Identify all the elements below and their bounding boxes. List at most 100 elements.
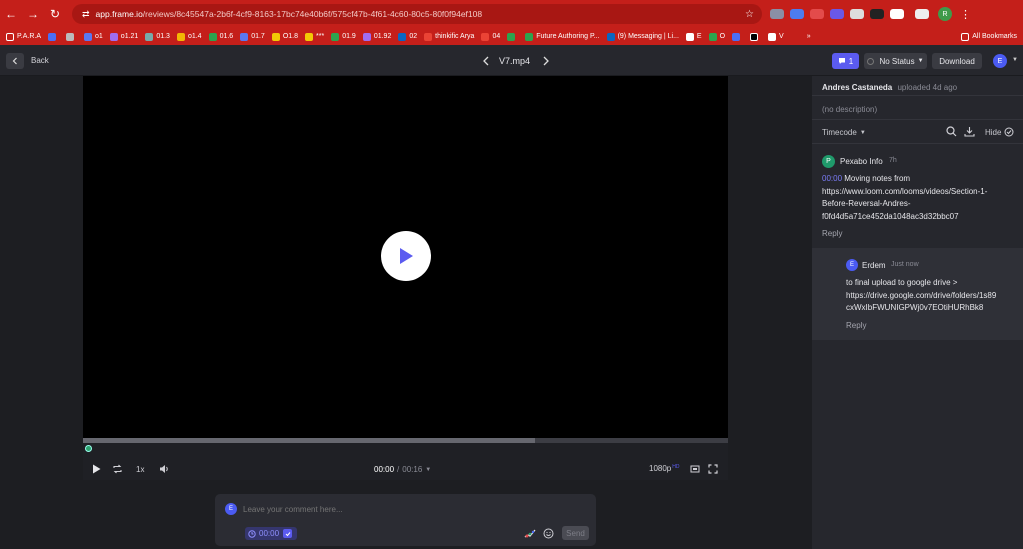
- search-icon[interactable]: [946, 126, 957, 137]
- bookmarks-bar: P.A.R.A o1 o1.21 01.3 o1.4 01.6 01.7 O1.…: [0, 28, 1023, 45]
- hide-label: Hide: [985, 127, 1002, 137]
- bookmark-item[interactable]: E: [685, 32, 702, 41]
- extension-icon[interactable]: [870, 9, 884, 19]
- checkbox-checked-icon[interactable]: [283, 529, 293, 538]
- annotation-pen-icon[interactable]: [524, 528, 536, 539]
- bookmark-item[interactable]: P.A.R.A: [6, 32, 41, 41]
- loop-icon[interactable]: [112, 464, 123, 474]
- bookmark-item[interactable]: O: [708, 32, 725, 41]
- bookmark-item[interactable]: Future Authoring P...: [525, 32, 600, 41]
- bookmark-item[interactable]: o1.4: [176, 32, 202, 41]
- play-small-icon[interactable]: [92, 464, 101, 474]
- bookmark-item[interactable]: 04: [481, 32, 500, 41]
- comments-sidebar: Andres Castaneda uploaded 4d ago (no des…: [812, 76, 1023, 549]
- more-bookmarks-icon[interactable]: »: [807, 33, 811, 40]
- comment-avatar: P: [822, 155, 835, 168]
- bookmark-item[interactable]: 01.92: [362, 32, 391, 41]
- download-comments-icon[interactable]: [964, 126, 975, 137]
- reply-link[interactable]: Reply: [822, 229, 842, 238]
- back-button[interactable]: [6, 53, 24, 69]
- extension-icon[interactable]: [790, 9, 804, 19]
- comment-composer: E 00:00 Send: [215, 494, 596, 546]
- comment-marker[interactable]: [85, 445, 92, 452]
- quality-selector[interactable]: 1080p HD: [649, 464, 679, 473]
- reply-text-line: to final upload to google drive >: [846, 278, 958, 287]
- quality-label: 1080p: [649, 464, 672, 473]
- user-avatar[interactable]: E: [993, 54, 1007, 68]
- reply-link[interactable]: Reply: [846, 321, 866, 330]
- reply-text-line[interactable]: https://drive.google.com/drive/folders/1…: [846, 290, 1021, 303]
- forward-arrow-icon[interactable]: →: [22, 7, 44, 21]
- bookmark-item[interactable]: thinkific Arya: [424, 32, 474, 41]
- bookmark-item[interactable]: o1: [84, 32, 103, 41]
- bookmark-item[interactable]: O1.8: [271, 32, 298, 41]
- extension-icon[interactable]: [830, 9, 844, 19]
- bookmark-item[interactable]: [750, 32, 761, 41]
- bookmark-item[interactable]: 01.6: [208, 32, 233, 41]
- safe-zone-icon[interactable]: [690, 464, 700, 474]
- bookmark-item[interactable]: [507, 32, 518, 41]
- extensions-puzzle-icon[interactable]: [890, 9, 904, 19]
- menu-kebab-icon[interactable]: ⋮: [960, 8, 971, 21]
- upload-meta: uploaded 4d ago: [897, 83, 958, 92]
- fullscreen-icon[interactable]: [708, 464, 718, 474]
- comments-count-button[interactable]: 1: [832, 53, 859, 69]
- volume-icon[interactable]: [159, 464, 170, 474]
- uploader-name: Andres Castaneda: [822, 83, 893, 92]
- comment-thread[interactable]: P Pexabo Info 7h 00:00 Moving notes from…: [812, 144, 1023, 248]
- comment-text-line[interactable]: https://www.loom.com/looms/videos/Sectio…: [822, 186, 1017, 199]
- back-label[interactable]: Back: [31, 56, 49, 65]
- bookmark-item[interactable]: (9) Messaging | Li...: [606, 32, 679, 41]
- user-menu-chevron-icon[interactable]: ▼: [1012, 57, 1018, 63]
- bookmark-star-icon[interactable]: ☆: [745, 9, 754, 20]
- sort-dropdown[interactable]: Timecode ▼: [822, 128, 866, 137]
- playback-speed[interactable]: 1x: [136, 465, 144, 474]
- bookmark-item[interactable]: 01.3: [145, 32, 170, 41]
- bookmark-item[interactable]: 02: [398, 32, 417, 41]
- play-icon: [400, 248, 413, 264]
- extension-icon[interactable]: [850, 9, 864, 19]
- tab-search-icon[interactable]: [915, 9, 929, 19]
- total-time: 00:16: [402, 465, 423, 474]
- address-bar[interactable]: ⇄ app.frame.io/reviews/8c45547a-2b6f-4cf…: [72, 4, 762, 24]
- bookmark-item[interactable]: [66, 32, 77, 41]
- bookmark-item[interactable]: o1.21: [109, 32, 138, 41]
- reply-text-line[interactable]: cxWxIbFWUNIGPWj0v7EOtiHURhBk8: [846, 302, 1021, 315]
- comment-timecode[interactable]: 00:00: [822, 174, 842, 183]
- extension-icon[interactable]: [770, 9, 784, 19]
- comment-input[interactable]: [243, 502, 573, 516]
- comment-text-line[interactable]: Before-Reversal-Andres-: [822, 198, 1017, 211]
- hide-comments-toggle[interactable]: Hide: [985, 127, 1014, 137]
- check-circle-icon: [1004, 127, 1014, 137]
- bookmark-item[interactable]: [48, 32, 59, 41]
- status-circle-icon: [867, 57, 875, 65]
- timecode-toggle[interactable]: 00:00: [245, 527, 297, 540]
- video-player[interactable]: [83, 76, 728, 438]
- play-button[interactable]: [381, 231, 431, 281]
- next-file-icon[interactable]: [542, 56, 550, 66]
- site-settings-icon[interactable]: ⇄: [82, 9, 90, 20]
- reply-time: Just now: [891, 261, 919, 268]
- timecode-display[interactable]: 00:00 / 00:16 ▼: [374, 465, 431, 474]
- reload-icon[interactable]: ↻: [44, 7, 66, 21]
- url-path: /reviews/8c45547a-2b6f-4cf9-8163-17bc74e…: [142, 9, 483, 19]
- asset-description[interactable]: (no description): [822, 105, 877, 114]
- back-arrow-icon[interactable]: ←: [0, 7, 22, 21]
- download-button[interactable]: Download: [932, 53, 982, 69]
- profile-avatar[interactable]: R: [938, 7, 952, 21]
- all-bookmarks-folder[interactable]: All Bookmarks: [961, 32, 1017, 41]
- extension-icon[interactable]: [810, 9, 824, 19]
- status-dropdown[interactable]: No Status ▼: [864, 53, 927, 69]
- comment-text-line[interactable]: f0fd4d5a71ce452da1048ac3d32bbc07: [822, 211, 1017, 224]
- comment-reply[interactable]: E Erdem Just now to final upload to goog…: [812, 248, 1023, 340]
- bookmark-item[interactable]: ***: [305, 32, 324, 41]
- composer-timecode: 00:00: [259, 529, 280, 538]
- previous-file-icon[interactable]: [482, 56, 490, 66]
- reply-author: Erdem: [862, 261, 886, 270]
- bookmark-item[interactable]: [732, 32, 743, 41]
- send-button[interactable]: Send: [562, 526, 589, 540]
- bookmark-item[interactable]: V: [768, 32, 784, 41]
- emoji-icon[interactable]: [543, 528, 554, 539]
- bookmark-item[interactable]: 01.7: [240, 32, 265, 41]
- bookmark-item[interactable]: 01.9: [331, 32, 356, 41]
